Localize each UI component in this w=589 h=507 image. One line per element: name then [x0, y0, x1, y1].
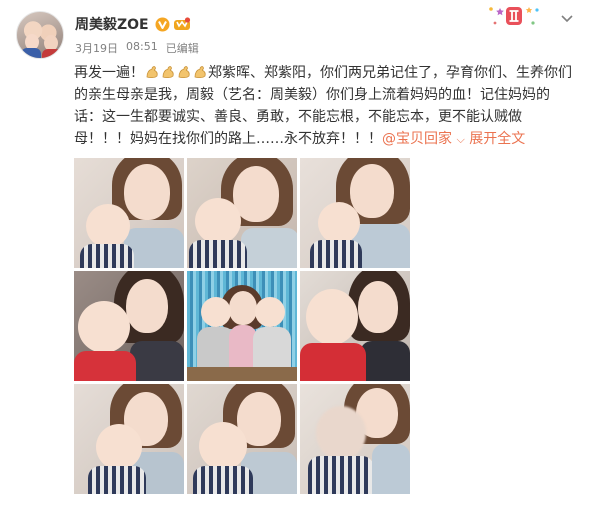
post-meta: 3月19日 08:51 已编辑 — [75, 40, 199, 56]
photo-thumbnail[interactable] — [74, 384, 184, 494]
vip-crown-icon[interactable] — [173, 17, 191, 31]
baby-face — [255, 297, 285, 327]
mother-face — [124, 164, 170, 220]
verified-v-icon[interactable] — [155, 17, 170, 32]
mother-shirt — [372, 444, 410, 494]
baby-face — [316, 406, 366, 460]
baby-shirt — [253, 327, 291, 367]
baby-shirt — [193, 466, 253, 494]
photo-thumbnail[interactable] — [187, 271, 297, 381]
mother-shirt — [130, 341, 184, 381]
avatar-shirt-right — [42, 49, 62, 58]
photo-thumbnail[interactable] — [74, 158, 184, 268]
mother-shirt — [241, 228, 297, 268]
gemini-zodiac-badge-icon[interactable] — [485, 4, 543, 28]
baby-shirt — [88, 466, 146, 494]
expand-label: 展开全文 — [469, 131, 526, 147]
mother-shirt — [360, 341, 410, 381]
username-link[interactable]: 周美毅ZOE — [75, 14, 149, 34]
strong-arm-emoji-icon — [144, 64, 160, 80]
baby-face — [86, 204, 130, 248]
photo-thumbnail[interactable] — [74, 271, 184, 381]
baby-shirt — [300, 343, 366, 381]
mother-face — [350, 164, 394, 218]
mother-face — [358, 281, 398, 333]
post-date[interactable]: 3月19日 — [75, 40, 118, 56]
photo-grid — [74, 158, 410, 494]
floor — [187, 367, 297, 381]
mother-face — [126, 279, 168, 333]
baby-shirt — [189, 240, 247, 268]
mother-face — [229, 291, 257, 325]
post-text-intro: 再发一遍！ — [74, 65, 144, 81]
strong-arm-emoji-row — [144, 64, 208, 80]
strong-arm-emoji-icon — [192, 64, 208, 80]
photo-thumbnail[interactable] — [300, 158, 410, 268]
baby-face — [199, 422, 247, 470]
baby-shirt — [308, 456, 374, 494]
baby-shirt — [74, 351, 136, 381]
photo-thumbnail[interactable] — [187, 384, 297, 494]
baby-face — [96, 424, 142, 470]
baby-shirt — [310, 240, 362, 268]
photo-thumbnail[interactable] — [300, 271, 410, 381]
username-row: 周美毅ZOE — [75, 14, 191, 34]
baby-face — [318, 202, 360, 244]
chevron-down-small-icon: ⌵ — [456, 133, 465, 146]
strong-arm-emoji-icon — [160, 64, 176, 80]
baby-face — [306, 289, 358, 345]
expand-link[interactable]: ⌵ 展开全文 — [456, 131, 525, 147]
baby-face — [195, 198, 241, 244]
edited-label[interactable]: 已编辑 — [166, 40, 199, 56]
strong-arm-emoji-icon — [176, 64, 192, 80]
post-time[interactable]: 08:51 — [126, 40, 158, 56]
post-text: 再发一遍！ 郑紫晖、郑紫阳，你们两兄弟记住了，孕育你们、生养你们的亲生母亲是我，… — [74, 62, 574, 151]
weibo-post: 周美毅ZOE 3月19日 08:51 已编辑 再发一遍！ 郑紫晖、郑紫阳，你们两… — [0, 0, 589, 507]
avatar-shirt-left — [21, 48, 41, 58]
baby-face — [201, 297, 231, 327]
user-avatar[interactable] — [16, 11, 64, 59]
photo-thumbnail[interactable] — [300, 384, 410, 494]
mention-link[interactable]: @宝贝回家 — [382, 131, 452, 147]
photo-thumbnail[interactable] — [187, 158, 297, 268]
baby-face — [78, 301, 130, 353]
post-menu-chevron-icon[interactable] — [560, 10, 574, 23]
baby-shirt — [80, 244, 134, 268]
